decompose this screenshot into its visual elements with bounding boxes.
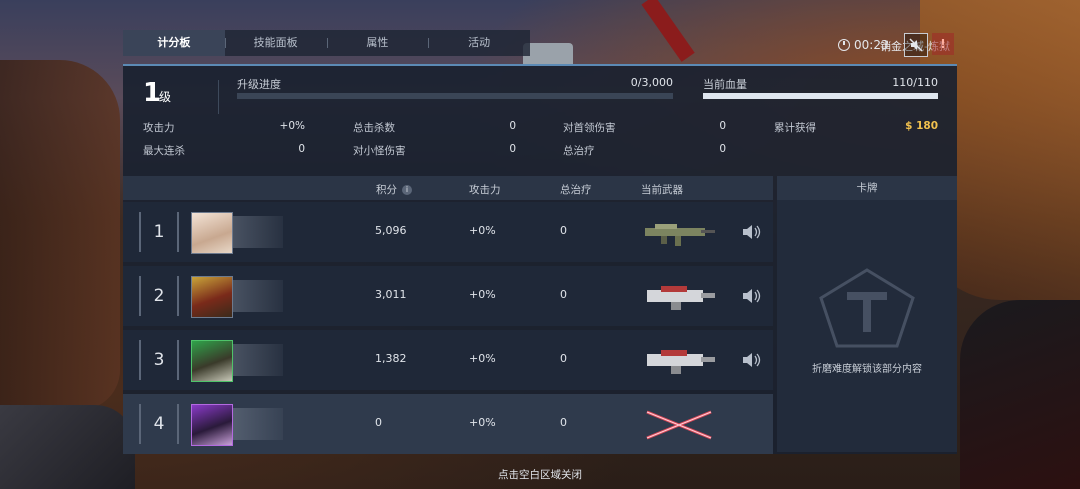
player-stats: 1 级 升级进度 0/3,000 当前血量 110/110 攻击力 +0% 最大… [123, 66, 957, 174]
rank: 2 [153, 286, 165, 306]
attack-cell: +0% [469, 416, 496, 429]
player-name-redacted [233, 344, 283, 376]
score-cell: 5,096 [375, 224, 407, 237]
avatar[interactable] [191, 340, 233, 382]
match-timer: 00:23 [838, 38, 889, 52]
tab-events[interactable]: 活动 [428, 30, 530, 56]
heal-cell: 0 [560, 224, 567, 237]
speaker-icon[interactable] [741, 224, 761, 240]
upgrade-progress-value: 0/3,000 [630, 76, 673, 89]
divider [218, 80, 219, 114]
boss-damage-label: 对首领伤害 [563, 122, 616, 134]
hp-bar [703, 93, 938, 99]
locked-emblem-icon [819, 268, 915, 348]
kills-value: 0 [509, 120, 516, 132]
player-name-redacted [233, 408, 283, 440]
hp-label: 当前血量 [703, 78, 747, 91]
alert-button[interactable]: ! [932, 33, 954, 55]
card-locked-message: 折磨难度解锁该部分内容 [812, 364, 922, 375]
minion-damage-label: 对小怪伤害 [353, 145, 406, 157]
assault-rifle-icon [645, 224, 715, 246]
heavy-cannon-icon [647, 350, 715, 374]
score-cell: 3,011 [375, 288, 407, 301]
heavy-cannon-icon [647, 286, 715, 310]
heal-cell: 0 [560, 288, 567, 301]
total-heal-value: 0 [719, 143, 726, 155]
scoreboard-header: 积分 i 攻击力 总治疗 当前武器 [123, 176, 773, 200]
speaker-icon[interactable] [741, 352, 761, 368]
minion-damage-value: 0 [509, 143, 516, 155]
speaker-icon[interactable] [741, 288, 761, 304]
rank: 3 [153, 350, 165, 370]
table-row[interactable]: 2 3,011 +0% 0 [123, 266, 773, 326]
rank-box: 3 [139, 340, 179, 380]
rank: 1 [153, 222, 165, 242]
score-header-label: 积分 [376, 184, 397, 196]
attack-header: 攻击力 [469, 184, 501, 196]
upgrade-progress-label: 升级进度 [237, 78, 281, 91]
table-row[interactable]: 1 5,096 +0% 0 [123, 202, 773, 262]
rank-box: 2 [139, 276, 179, 316]
kills-label: 总击杀数 [353, 122, 395, 134]
attack-value: +0% [279, 120, 305, 132]
player-claw-foreground [960, 300, 1080, 489]
rank-box: 1 [139, 212, 179, 252]
attack-cell: +0% [469, 352, 496, 365]
tab-attributes[interactable]: 属性 [326, 30, 429, 56]
level-unit: 级 [159, 90, 172, 104]
avatar[interactable] [191, 212, 233, 254]
score-header: 积分 i [376, 182, 412, 197]
tab-scoreboard[interactable]: 计分板 [123, 30, 225, 56]
heal-cell: 0 [560, 352, 567, 365]
background-rock-left [0, 60, 120, 410]
attack-label: 攻击力 [143, 122, 175, 134]
table-row[interactable]: 3 1,382 +0% 0 [123, 330, 773, 390]
mute-button[interactable] [904, 33, 928, 57]
rank-box: 4 [139, 404, 179, 444]
heal-cell: 0 [560, 416, 567, 429]
earned-amount: $ 180 [883, 120, 938, 132]
heal-header: 总治疗 [560, 184, 592, 196]
card-panel-title: 卡牌 [777, 176, 957, 200]
attack-cell: +0% [469, 288, 496, 301]
card-panel: 卡牌 折磨难度解锁该部分内容 [777, 176, 957, 452]
max-combo-value: 0 [298, 143, 305, 155]
table-row-current-player[interactable]: 4 0 +0% 0 [123, 394, 773, 454]
hp-fill [703, 93, 938, 99]
hp-value: 110/110 [892, 76, 938, 89]
scoreboard-panel: 1 级 升级进度 0/3,000 当前血量 110/110 攻击力 +0% 最大… [123, 64, 957, 454]
clock-icon [838, 39, 850, 51]
player-name-redacted [233, 216, 283, 248]
avatar[interactable] [191, 404, 233, 446]
timer-value: 00:23 [854, 38, 889, 52]
total-heal-label: 总治疗 [563, 145, 595, 157]
close-hint[interactable]: 点击空白区域关闭 [0, 467, 1080, 482]
attack-cell: +0% [469, 224, 496, 237]
alert-icon: ! [940, 37, 946, 51]
muted-speaker-icon [909, 38, 923, 52]
crossed-blades-icon [646, 410, 712, 440]
score-cell: 0 [375, 416, 382, 429]
weapon-header: 当前武器 [641, 184, 683, 196]
background-robot [523, 43, 573, 65]
max-combo-label: 最大连杀 [143, 145, 185, 157]
background-blade [641, 0, 695, 62]
earned-value: 180 [916, 120, 938, 132]
tab-bar: 计分板 技能面板 属性 活动 [123, 30, 530, 56]
avatar[interactable] [191, 276, 233, 318]
earned-label: 累计获得 [774, 122, 816, 134]
rank: 4 [153, 414, 165, 434]
upgrade-progress-bar [237, 93, 673, 99]
currency-icon: $ [905, 120, 913, 132]
info-icon[interactable]: i [402, 185, 412, 195]
player-name-redacted [233, 280, 283, 312]
score-cell: 1,382 [375, 352, 407, 365]
boss-damage-value: 0 [719, 120, 726, 132]
tab-skills[interactable]: 技能面板 [224, 30, 327, 56]
